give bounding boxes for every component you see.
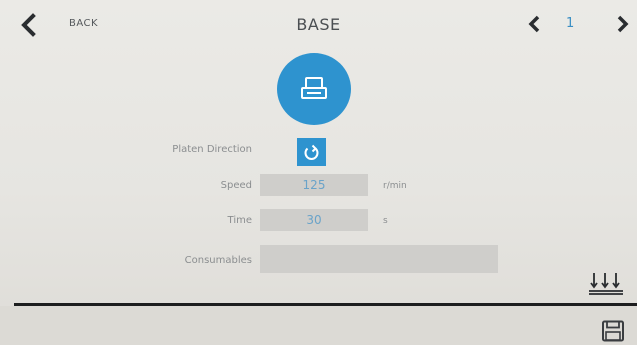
speed-unit: r/min: [383, 181, 407, 191]
time-label: Time: [227, 215, 252, 226]
platen-direction-button[interactable]: [297, 138, 326, 166]
consumables-label: Consumables: [184, 255, 252, 266]
page-number: 1: [566, 16, 575, 31]
platen-mode-button[interactable]: [277, 53, 351, 125]
prev-page-icon[interactable]: [524, 13, 546, 35]
header: BACK BASE 1: [0, 0, 637, 50]
platen-icon: [301, 77, 327, 99]
rotate-icon: [304, 144, 319, 160]
time-input[interactable]: 30: [260, 209, 368, 231]
platen-direction-label: Platen Direction: [172, 144, 252, 155]
save-icon[interactable]: [601, 320, 625, 342]
speed-label: Speed: [220, 180, 252, 191]
time-unit: s: [383, 216, 388, 226]
speed-input[interactable]: 125: [260, 174, 368, 196]
next-page-icon[interactable]: [611, 13, 633, 35]
sort-down-icon[interactable]: [588, 270, 624, 296]
screen: BACK BASE 1 Platen Direction Speed 125 r…: [0, 0, 637, 345]
bottom-bar: [0, 306, 637, 345]
consumables-input[interactable]: [260, 245, 498, 273]
